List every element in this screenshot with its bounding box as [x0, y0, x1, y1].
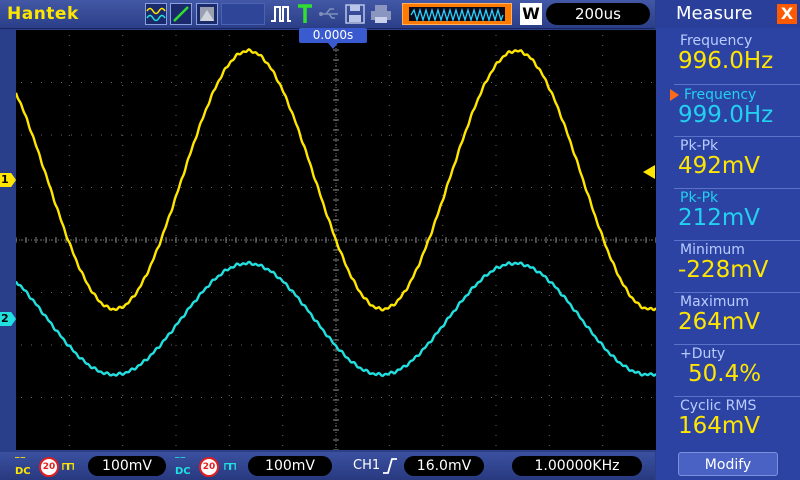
waveform-display[interactable]	[16, 30, 656, 450]
waveform-display-icon[interactable]	[145, 3, 167, 25]
measure-item-ch1-minimum[interactable]: Minimum -228mV	[674, 242, 800, 292]
close-button[interactable]: X	[777, 4, 797, 24]
trigger-level-readout[interactable]: 16.0mV	[404, 456, 484, 476]
trigger-t-icon[interactable]	[296, 3, 314, 25]
trigger-source[interactable]: CH1	[353, 458, 380, 473]
bottom-status-bar: ‾ ‾ DC 20 ⊓⊓ 100mV ‾ ‾ DC 20 ⊓⊓ 100mV CH1 …	[0, 452, 655, 480]
persist-icon[interactable]	[196, 3, 218, 25]
ch2-bandwidth-limit-badge[interactable]: 20	[199, 457, 219, 477]
print-icon[interactable]	[369, 3, 393, 25]
ch2-ground-marker[interactable]: 2	[0, 312, 16, 326]
scope-graticule	[16, 30, 656, 450]
ch1-coupling[interactable]: ‾ ‾ DC	[15, 458, 31, 477]
divider	[674, 136, 800, 137]
ch2-coupling[interactable]: ‾ ‾ DC	[175, 458, 191, 477]
status-blank-box	[221, 3, 265, 25]
timebase-readout[interactable]: 200us	[546, 3, 650, 25]
save-disk-icon[interactable]	[345, 3, 365, 25]
ch2-volts-per-div[interactable]: 100mV	[248, 456, 332, 476]
ch2-probe-icon[interactable]: ⊓⊓	[224, 460, 236, 473]
acquire-mode-indicator[interactable]: W	[520, 3, 542, 25]
ch1-volts-per-div[interactable]: 100mV	[88, 456, 166, 476]
measure-item-ch1-pkpk[interactable]: Pk-Pk 492mV	[674, 138, 800, 188]
divider	[674, 344, 800, 345]
measure-panel-header: Measure X	[656, 0, 800, 28]
trigger-level-marker-icon[interactable]	[643, 165, 655, 179]
divider	[674, 292, 800, 293]
trigger-position-arrow-icon	[328, 43, 338, 49]
rising-edge-icon[interactable]	[382, 457, 398, 479]
measure-item-ch1-frequency[interactable]: Frequency 996.0Hz	[674, 33, 800, 83]
selected-arrow-icon	[670, 89, 679, 101]
ch1-ground-marker[interactable]: 1	[0, 173, 16, 187]
panel-title: Measure	[676, 3, 753, 24]
measure-item-ch2-frequency[interactable]: Frequency 999.0Hz	[670, 87, 800, 137]
divider	[674, 396, 800, 397]
measure-item-ch1-cyclic-rms[interactable]: Cyclic RMS 164mV	[674, 398, 800, 448]
frequency-counter-readout: 1.00000KHz	[512, 456, 642, 476]
vector-line-icon[interactable]	[170, 3, 192, 25]
ch1-bandwidth-limit-badge[interactable]: 20	[39, 457, 59, 477]
brand-logo: Hantek	[7, 4, 79, 24]
ch1-probe-icon[interactable]: ⊓⊓	[62, 460, 74, 473]
pulse-icon[interactable]	[270, 3, 292, 25]
divider	[674, 240, 800, 241]
measure-item-ch2-pkpk[interactable]: Pk-Pk 212mV	[674, 190, 800, 240]
usb-icon[interactable]	[318, 3, 342, 25]
measure-panel: Measure X Frequency 996.0Hz Frequency 99…	[656, 0, 800, 480]
trigger-position-label[interactable]: 0.000s	[299, 28, 367, 43]
divider	[674, 188, 800, 189]
top-toolbar: Hantek W 200us	[0, 0, 655, 29]
divider	[674, 84, 800, 85]
measure-item-ch1-duty[interactable]: +Duty 50.4%	[674, 346, 800, 396]
memory-depth-indicator[interactable]	[402, 3, 512, 25]
modify-button[interactable]: Modify	[678, 452, 778, 476]
measure-item-ch1-maximum[interactable]: Maximum 264mV	[674, 294, 800, 344]
